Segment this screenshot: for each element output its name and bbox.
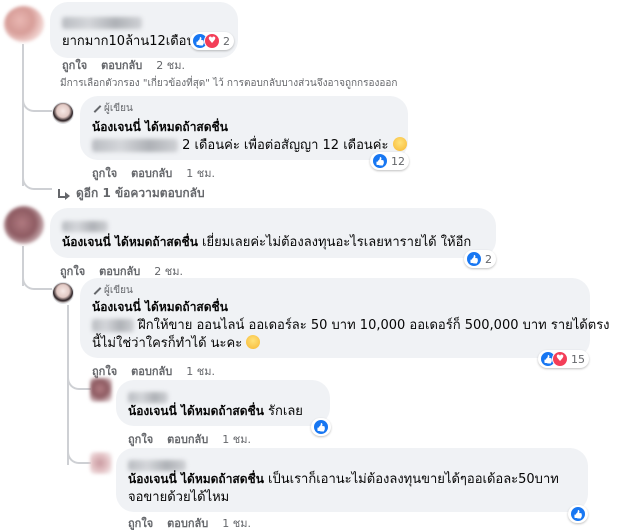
commenter-avatar[interactable] (4, 206, 44, 244)
commenter-avatar[interactable] (4, 6, 44, 42)
reaction-summary[interactable]: 12 (370, 152, 409, 170)
commenter-avatar[interactable] (90, 378, 112, 402)
mentioned-page-name[interactable]: น้องเจนนี่ ได้หมดถ้าสดชื่น (128, 472, 264, 486)
reaction-summary[interactable] (311, 418, 331, 436)
love-icon (204, 33, 220, 49)
reply-button[interactable]: ตอบกลับ (101, 56, 142, 74)
like-icon (466, 251, 482, 267)
like-icon (313, 419, 329, 435)
reaction-count: 2 (485, 252, 492, 266)
reaction-count: 12 (391, 154, 405, 168)
thread-curve-3 (67, 370, 91, 390)
reply-bubble: น้องเจนนี่ ได้หมดถ้าสดชื่น เป็นเราก็เอาน… (116, 448, 588, 512)
reply-text-1: เป็นเราก็เอานะไม่ต้องลงทุนขายได้ๆออเด้อล… (268, 472, 559, 487)
comment-text: น้องเจนนี่ ได้หมดถ้าสดชื่น เยี่ยมเลยค่ะไ… (62, 233, 471, 252)
mentioned-page-name[interactable]: น้องเจนนี่ ได้หมดถ้าสดชื่น (128, 404, 264, 418)
thread-curve-1 (22, 88, 52, 112)
author-badge-label: ผู้เขียน (104, 103, 133, 114)
page-name[interactable]: น้องเจนนี่ ได้หมดถ้าสดชื่น (92, 118, 228, 137)
commenter-avatar[interactable] (90, 452, 112, 474)
reply-actions: ถูกใจ ตอบกลับ 1 ชม. (92, 164, 215, 182)
author-badge: ผู้เขียน (92, 101, 133, 116)
comment-text: ยากมาก10ล้าน12เดือน (62, 34, 196, 49)
reaction-summary[interactable] (568, 505, 588, 523)
reaction-summary[interactable]: 15 (538, 350, 589, 368)
reply-text-1: ฝึกให้ขาย ออนไลน์ ออเดอร์ละ 50 บาท 10,00… (138, 318, 610, 333)
blurred-mention (92, 139, 178, 152)
reply-text-line-1: ฝึกให้ขาย ออนไลน์ ออเดอร์ละ 50 บาท 10,00… (92, 316, 610, 335)
page-name[interactable]: น้องเจนนี่ ได้หมดถ้าสดชื่น (92, 298, 228, 317)
thread-line-1 (22, 44, 24, 186)
like-button[interactable]: ถูกใจ (92, 164, 117, 182)
reply-button[interactable]: ตอบกลับ (167, 514, 208, 530)
filter-note: มีการเลือกตัวกรอง "เกี่ยวข้องที่สุด" ไว้… (60, 78, 398, 89)
comment-bubble: น้องเจนนี่ ได้หมดถ้าสดชื่น เยี่ยมเลยค่ะไ… (50, 208, 496, 258)
like-button[interactable]: ถูกใจ (60, 262, 85, 280)
love-icon (552, 351, 568, 367)
mentioned-page-name[interactable]: น้องเจนนี่ ได้หมดถ้าสดชื่น (62, 235, 198, 249)
timestamp[interactable]: 1 ชม. (186, 164, 215, 182)
reply-text: น้องเจนนี่ ได้หมดถ้าสดชื่น รักเลย (128, 402, 303, 421)
smile-emoji (392, 137, 407, 151)
reply-text-tail: 2 เดือนค่ะ เพื่อต่อสัญญา 12 เดือนค่ะ (182, 138, 389, 153)
reply-text-line-2: นี้ไม่ใช่ว่าใครก็ทำได้ นะคะ (92, 334, 261, 353)
reply-text-body: รักเลย (268, 404, 303, 419)
thread-curve-2 (22, 270, 52, 290)
pencil-icon (92, 286, 102, 296)
timestamp[interactable]: 1 ชม. (186, 362, 215, 380)
reply-actions: ถูกใจ ตอบกลับ 1 ชม. (92, 362, 215, 380)
reply-button[interactable]: ตอบกลับ (131, 362, 172, 380)
heart-eyes-emoji (246, 335, 261, 349)
like-button[interactable]: ถูกใจ (62, 56, 87, 74)
page-avatar[interactable] (52, 282, 74, 304)
like-icon (372, 153, 388, 169)
reaction-summary[interactable]: 2 (190, 32, 234, 50)
reply-actions: ถูกใจ ตอบกลับ 1 ชม. (128, 514, 251, 530)
like-button[interactable]: ถูกใจ (128, 514, 153, 530)
reply-text-2: นี้ไม่ใช่ว่าใครก็ทำได้ นะคะ (92, 336, 243, 351)
thread-curve-1b (22, 172, 52, 190)
blurred-mention (92, 319, 134, 332)
thread-curve-4 (67, 444, 91, 464)
reply-actions: ถูกใจ ตอบกลับ 1 ชม. (128, 430, 251, 448)
page-avatar[interactable] (52, 102, 74, 124)
comment-text-body: เยี่ยมเลยค่ะไม่ต้องลงทุนอะไรเลยหารายได้ … (202, 235, 472, 250)
comment-actions: ถูกใจ ตอบกลับ 2 ชม. (62, 56, 185, 74)
reply-bubble: ผู้เขียน น้องเจนนี่ ได้หมดถ้าสดชื่น ฝึกใ… (80, 278, 610, 358)
reaction-count: 15 (571, 352, 585, 366)
reply-bubble: น้องเจนนี่ ได้หมดถ้าสดชื่น รักเลย (116, 380, 330, 426)
view-more-replies-label: ดูอีก 1 ข้อความตอบกลับ (76, 186, 205, 200)
author-badge-label: ผู้เขียน (104, 285, 133, 296)
like-button[interactable]: ถูกใจ (128, 430, 153, 448)
reply-bubble: ผู้เขียน น้องเจนนี่ ได้หมดถ้าสดชื่น 2 เด… (80, 96, 408, 160)
like-icon (570, 506, 586, 522)
reply-button[interactable]: ตอบกลับ (167, 430, 208, 448)
author-badge: ผู้เขียน (92, 283, 133, 298)
timestamp[interactable]: 2 ชม. (156, 56, 185, 74)
timestamp[interactable]: 1 ชม. (222, 514, 251, 530)
reaction-summary[interactable]: 2 (464, 250, 496, 268)
view-more-replies[interactable]: ดูอีก 1 ข้อความตอบกลับ (58, 184, 205, 203)
reply-text: 2 เดือนค่ะ เพื่อต่อสัญญา 12 เดือนค่ะ (92, 136, 407, 155)
reaction-count: 2 (223, 34, 230, 48)
reply-text-line-1: น้องเจนนี่ ได้หมดถ้าสดชื่น เป็นเราก็เอาน… (128, 470, 559, 489)
commenter-name-blurred[interactable] (62, 12, 142, 31)
reply-button[interactable]: ตอบกลับ (131, 164, 172, 182)
reply-arrow-icon (58, 188, 70, 200)
reply-text-line-2: จอขายด้วยได้ไหม (128, 490, 230, 505)
timestamp[interactable]: 1 ชม. (222, 430, 251, 448)
pencil-icon (92, 104, 102, 114)
